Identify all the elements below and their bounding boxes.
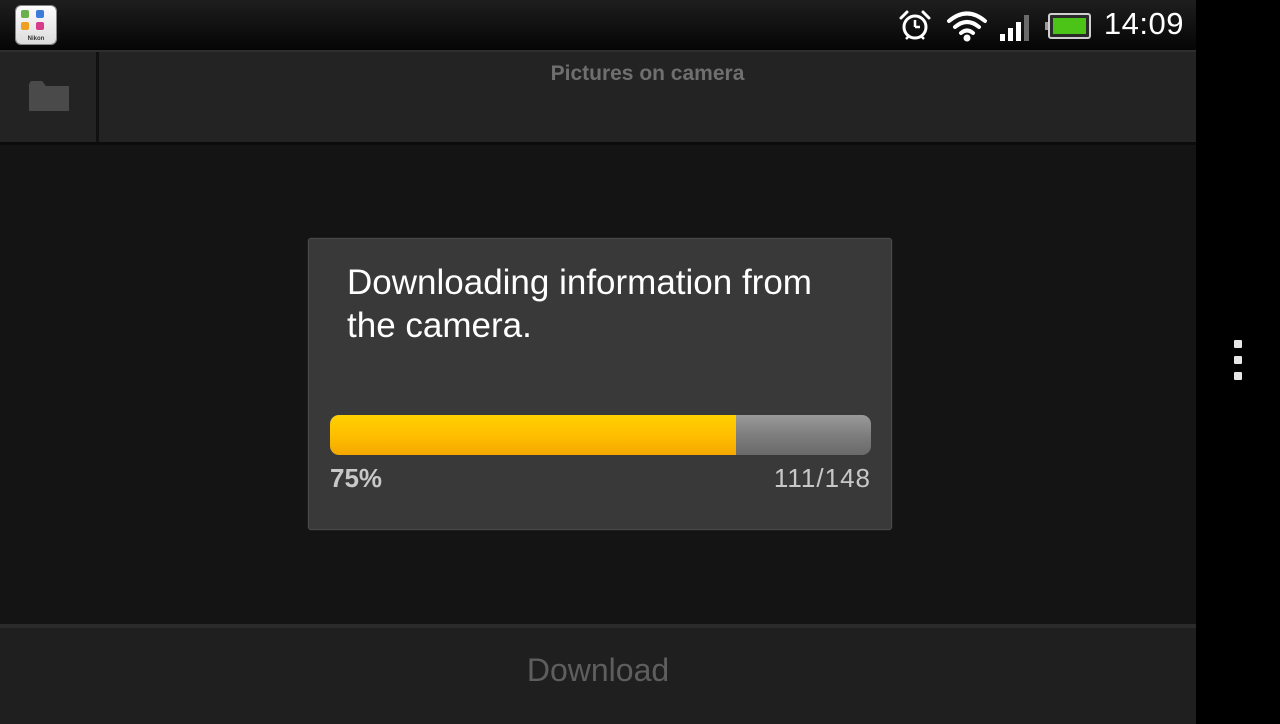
dialog-message: Downloading information from the camera. bbox=[347, 263, 812, 345]
alarm-clock-icon bbox=[899, 10, 931, 40]
progress-dialog: Downloading information from the camera.… bbox=[308, 238, 892, 530]
folder-button[interactable] bbox=[0, 52, 99, 142]
nikon-app-icon: Nikon bbox=[16, 6, 56, 44]
progress-count: 111/148 bbox=[773, 463, 871, 493]
battery-icon bbox=[1045, 13, 1091, 39]
top-bar: Pictures on camera bbox=[0, 52, 1196, 145]
app-screen: Nikon 14:09 Pictures on camera Downloadi… bbox=[0, 0, 1196, 724]
download-button[interactable]: Download bbox=[0, 652, 1196, 689]
folder-icon bbox=[29, 81, 69, 111]
wifi-icon bbox=[947, 11, 987, 42]
status-bar: Nikon 14:09 bbox=[0, 0, 1196, 52]
progress-bar-fill bbox=[330, 415, 736, 455]
page-title: Pictures on camera bbox=[550, 62, 745, 85]
progress-bar bbox=[330, 415, 871, 455]
status-clock: 14:09 bbox=[1103, 6, 1184, 41]
cell-signal-icon bbox=[1000, 15, 1029, 41]
overflow-menu-icon[interactable] bbox=[1226, 336, 1250, 384]
progress-percent: 75% bbox=[330, 463, 383, 493]
app-icon-brand: Nikon bbox=[27, 36, 45, 42]
bottom-bar: Download bbox=[0, 624, 1196, 724]
